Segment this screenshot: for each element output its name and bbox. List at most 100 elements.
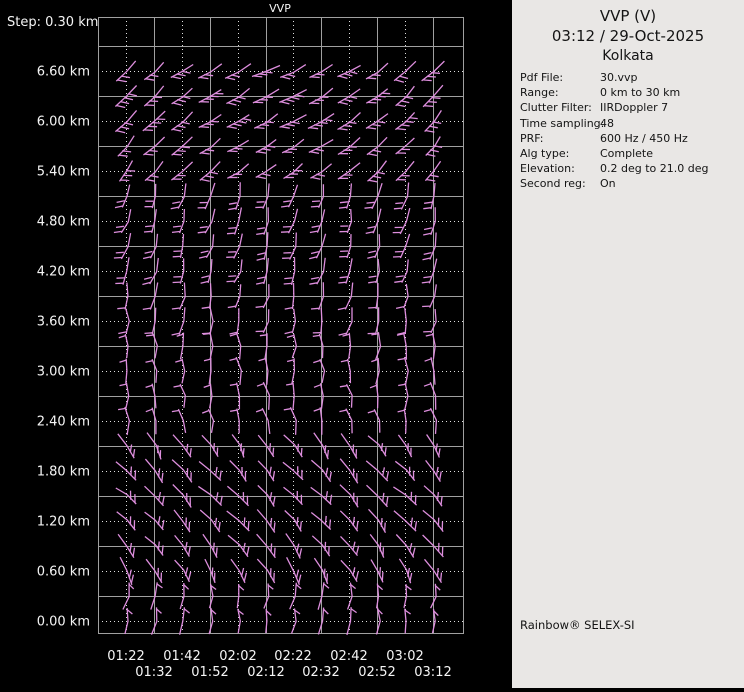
barb-tick <box>381 93 390 94</box>
barb-tick <box>172 232 180 233</box>
vvp-chart-area: VVPStep: 0.30 km6.60 km6.00 km5.40 km4.8… <box>0 0 512 688</box>
barb-tick <box>234 148 243 149</box>
y-axis-label: 4.80 km <box>37 215 90 230</box>
barb-tick <box>338 282 346 283</box>
barb-tick <box>311 308 319 309</box>
x-axis-label: 01:22 <box>107 649 144 664</box>
barb-tick <box>424 106 433 107</box>
y-axis-label: 6.00 km <box>37 115 90 130</box>
x-axis-label: 01:52 <box>191 665 228 680</box>
product-title: VVP (V) <box>512 6 744 26</box>
field-label: Elevation: <box>520 161 600 176</box>
x-axis-label: 02:42 <box>330 649 367 664</box>
barb-tick <box>228 276 236 277</box>
barb-tick <box>367 202 375 203</box>
x-axis-label: 02:22 <box>274 649 311 664</box>
barb-tick <box>145 333 153 334</box>
field-value: 0.2 deg to 21.0 deg <box>600 161 744 176</box>
y-axis-label: 1.80 km <box>37 465 90 480</box>
brand-footer: Rainbow® SELEX-SI <box>520 618 635 632</box>
barb-tick <box>205 124 214 125</box>
site-name: Kolkata <box>512 46 744 66</box>
barb-tick <box>300 521 301 530</box>
field-row-alg-type: Alg type: Complete <box>520 146 744 161</box>
product-datetime: 03:12 / 29-Oct-2025 <box>512 26 744 46</box>
field-value: 48 <box>600 116 744 131</box>
x-axis-label: 01:32 <box>135 665 172 680</box>
barb-tick <box>297 517 298 526</box>
x-axis-label: 01:42 <box>163 649 200 664</box>
barb-tick <box>365 207 373 208</box>
barb-tick <box>284 283 292 284</box>
barb-tick <box>377 96 386 97</box>
y-axis-label: 3.60 km <box>37 315 90 330</box>
barb-tick <box>427 76 436 77</box>
barb-tick <box>216 547 217 556</box>
field-label: PRF: <box>520 131 600 146</box>
y-axis-label: 2.40 km <box>37 415 90 430</box>
y-axis-label: 4.20 km <box>37 265 90 280</box>
barb-tick <box>146 335 153 336</box>
barb-tick <box>145 226 153 227</box>
barb-tick <box>265 122 274 123</box>
barb-tick <box>381 518 382 527</box>
field-row-prf: PRF: 600 Hz / 450 Hz <box>520 131 744 146</box>
barb-tick <box>114 258 122 259</box>
barb-tick <box>324 569 325 578</box>
barb-tick <box>260 335 267 336</box>
barb-tick <box>131 467 132 476</box>
barb-tick <box>144 231 152 232</box>
barb-tick <box>273 448 274 456</box>
field-row-elevation: Elevation: 0.2 deg to 21.0 deg <box>520 161 744 176</box>
field-label: Range: <box>520 85 600 100</box>
barb-tick <box>214 543 215 552</box>
barb-tick <box>368 102 377 103</box>
field-row-clutter-filter: Clutter Filter: IIRDoppler 7 <box>520 100 744 115</box>
barb-tick <box>173 154 182 155</box>
x-axis-label: 02:52 <box>358 665 395 680</box>
y-axis-label: 0.60 km <box>37 565 90 580</box>
x-axis-label: 03:02 <box>386 649 423 664</box>
field-value: IIRDoppler 7 <box>600 100 744 115</box>
barb-tick <box>275 548 276 557</box>
barb-tick <box>200 127 209 128</box>
barb-tick <box>395 203 403 204</box>
barb-tick <box>385 523 386 532</box>
barb-tick <box>298 444 299 452</box>
field-value: 30.vvp <box>600 70 744 85</box>
barb-tick <box>227 281 235 282</box>
field-label: Time sampling: <box>520 116 600 131</box>
product-info-panel: VVP (V) 03:12 / 29-Oct-2025 Kolkata Pdf … <box>512 0 744 688</box>
barb-tick <box>312 201 320 202</box>
y-axis-label: 1.20 km <box>37 515 90 530</box>
barb-tick <box>173 226 181 227</box>
barb-tick <box>372 99 381 100</box>
barb-tick <box>437 568 438 577</box>
barb-tick <box>270 443 271 451</box>
field-row-time-sampling: Time sampling: 48 <box>520 116 744 131</box>
barb-tick <box>325 516 326 525</box>
vvp-wind-barb-chart: VVPStep: 0.30 km6.60 km6.00 km5.40 km4.8… <box>0 0 512 688</box>
barb-tick <box>149 151 158 152</box>
barb-tick <box>301 448 302 456</box>
y-axis-label: 6.60 km <box>37 65 90 80</box>
barb-tick <box>311 206 319 207</box>
chart-title: VVP <box>269 2 291 15</box>
barb-tick <box>271 543 272 552</box>
barb-tick <box>181 147 190 148</box>
barb-tick <box>144 130 153 131</box>
barb-tick <box>248 521 249 530</box>
barb-tick <box>394 208 402 209</box>
barb-tick <box>340 202 348 203</box>
barb-tick <box>135 470 136 479</box>
barb-tick <box>260 125 269 126</box>
field-label: Alg type: <box>520 146 600 161</box>
field-row-range: Range: 0 km to 30 km <box>520 85 744 100</box>
barb-tick <box>243 448 244 456</box>
barb-tick <box>367 78 376 79</box>
field-value: 600 Hz / 450 Hz <box>600 131 744 146</box>
barb-tick <box>117 308 125 309</box>
field-label: Second reg: <box>520 176 600 191</box>
x-axis-label: 02:12 <box>247 665 284 680</box>
y-axis-label: 0.00 km <box>37 615 90 630</box>
